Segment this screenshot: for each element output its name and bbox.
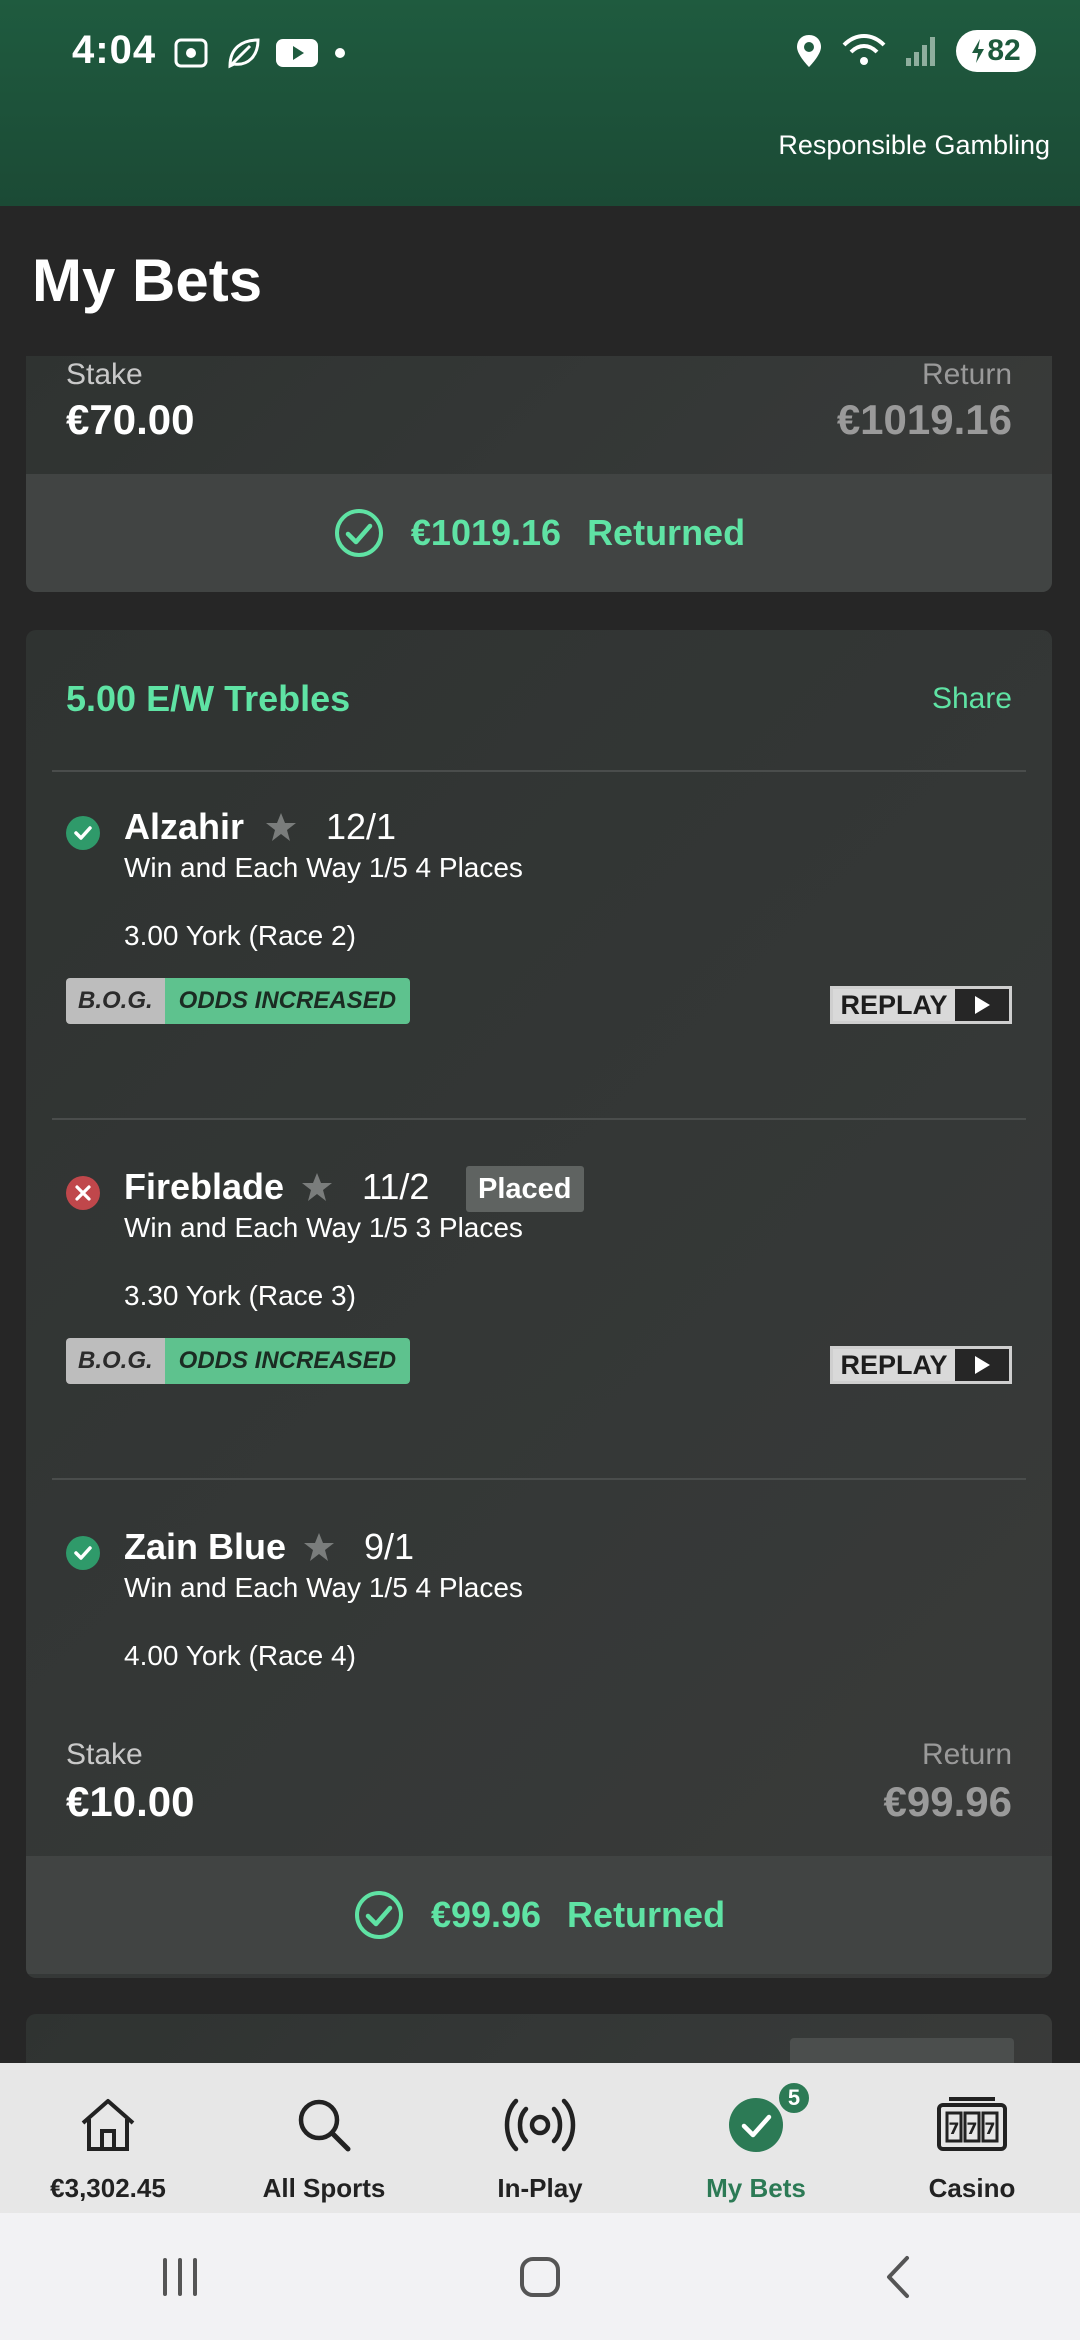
selection-name: Zain Blue (124, 1526, 287, 1567)
bet-card: 5.00 E/W Trebles Share Alzahir 12/1 Win … (26, 630, 1052, 1978)
replay-label: REPLAY (840, 1349, 948, 1380)
svg-text:7: 7 (948, 2119, 959, 2138)
back-icon[interactable] (875, 2252, 925, 2302)
top-header: 4:04 82 Responsible Gambling (0, 0, 1080, 206)
return-label: Return (921, 1738, 1012, 1771)
odds-increased-label: ODDS INCREASED (164, 978, 411, 1024)
replay-button[interactable]: REPLAY (830, 986, 1012, 1024)
dot-icon (335, 48, 345, 58)
bog-label: B.O.G. (66, 1338, 165, 1384)
in-play-label: In-Play (497, 2173, 583, 2203)
lost-status-icon (66, 1176, 100, 1210)
return-value: €99.96 (883, 1778, 1012, 1825)
search-icon (294, 2093, 354, 2157)
my-bets-check-icon: 5 (727, 2081, 811, 2157)
divider (52, 1478, 1026, 1480)
divider (52, 770, 1026, 772)
home-button-icon[interactable] (515, 2252, 565, 2302)
bet-card-previous: Stake €70.00 Return €1019.16 €1019.16 Re… (26, 356, 1052, 592)
play-icon (955, 1349, 1009, 1381)
star-icon[interactable] (264, 810, 298, 844)
selection-name: Fireblade (124, 1166, 285, 1207)
stake-label: Stake (66, 1738, 143, 1771)
return-value: €1019.16 (836, 396, 1012, 443)
placed-badge: Placed (466, 1166, 584, 1212)
stake-label: Stake (66, 358, 143, 391)
play-icon (955, 989, 1009, 1021)
svg-text:7: 7 (984, 2119, 995, 2138)
slot-machine-icon: 777 (935, 2093, 1009, 2157)
odds-increased-label: ODDS INCREASED (164, 1338, 411, 1384)
clock: 4:04 (72, 28, 157, 72)
selection-event: 3.00 York (Race 2) (124, 920, 356, 951)
system-icons: 82 (794, 30, 1036, 72)
status-bar: 4:04 82 (0, 0, 1080, 110)
my-bets-label: My Bets (706, 2173, 806, 2203)
leaf-icon (228, 38, 260, 69)
share-button[interactable]: Share (932, 682, 1012, 716)
bet-type-title: 5.00 E/W Trebles (66, 678, 351, 719)
returned-banner: €1019.16 Returned (26, 474, 1052, 592)
selection-name: Alzahir (124, 806, 245, 847)
selection-market: Win and Each Way 1/5 4 Places (124, 1572, 523, 1603)
selection-odds: 12/1 (326, 806, 397, 847)
wifi-icon (842, 34, 886, 65)
location-icon (797, 35, 821, 67)
divider (52, 1118, 1026, 1120)
selection-event: 4.00 York (Race 4) (124, 1640, 356, 1671)
stake-value: €70.00 (66, 396, 195, 443)
nav-casino[interactable]: 777 Casino (864, 2063, 1080, 2213)
bog-odds-increased-badge: B.O.G. ODDS INCREASED (66, 978, 411, 1024)
signal-icon (906, 37, 935, 66)
star-icon[interactable] (300, 1170, 334, 1204)
won-status-icon (66, 1536, 100, 1570)
check-circle-icon (354, 1891, 403, 1939)
stake-value: €10.00 (66, 1778, 195, 1825)
page-title: My Bets (32, 247, 263, 314)
selection-item: Zain Blue 9/1 Win and Each Way 1/5 4 Pla… (26, 1526, 1052, 1686)
selection-odds: 9/1 (364, 1526, 415, 1567)
responsible-gambling-link[interactable]: Responsible Gambling (778, 130, 1050, 161)
replay-label: REPLAY (840, 989, 948, 1020)
returned-amount: €99.96 (430, 1894, 542, 1935)
home-icon (77, 2093, 139, 2157)
balance-label: €3,302.45 (50, 2173, 166, 2203)
battery-indicator: 82 (956, 30, 1036, 72)
broadcast-icon (504, 2093, 576, 2157)
won-status-icon (66, 816, 100, 850)
all-sports-label: All Sports (262, 2173, 386, 2203)
bog-label: B.O.G. (66, 978, 165, 1024)
youtube-icon (276, 39, 318, 67)
svg-text:7: 7 (966, 2119, 977, 2138)
check-circle-icon (334, 509, 383, 557)
selection-event: 3.30 York (Race 3) (124, 1280, 356, 1311)
selection-market: Win and Each Way 1/5 3 Places (124, 1212, 523, 1243)
return-label: Return (921, 358, 1012, 391)
nav-home[interactable]: €3,302.45 (0, 2063, 216, 2213)
system-nav-bar (0, 2213, 1080, 2340)
my-bets-count-badge: 5 (777, 2081, 811, 2115)
bog-odds-increased-badge: B.O.G. ODDS INCREASED (66, 1338, 411, 1384)
selection-odds: 11/2 (362, 1166, 430, 1207)
charging-icon (972, 39, 985, 63)
notification-icons (172, 34, 348, 72)
returned-banner: €99.96 Returned (26, 1856, 1052, 1974)
battery-level: 82 (987, 34, 1021, 67)
replay-button[interactable]: REPLAY (830, 1346, 1012, 1384)
page-header: My Bets (0, 206, 1080, 356)
returned-label: Returned (567, 1894, 726, 1935)
casino-label: Casino (928, 2173, 1016, 2203)
returned-amount: €1019.16 (410, 512, 562, 553)
bottom-nav: €3,302.45 All Sports In-Play 5 My Bets 7… (0, 2063, 1080, 2213)
nav-all-sports[interactable]: All Sports (216, 2063, 432, 2213)
screenshot-icon (174, 38, 208, 68)
nav-my-bets[interactable]: 5 My Bets (648, 2063, 864, 2213)
selection-item: Alzahir 12/1 Win and Each Way 1/5 4 Plac… (26, 806, 1052, 1026)
recent-apps-icon[interactable] (155, 2252, 205, 2302)
nav-in-play[interactable]: In-Play (432, 2063, 648, 2213)
star-icon[interactable] (302, 1530, 336, 1564)
selection-market: Win and Each Way 1/5 4 Places (124, 852, 523, 883)
returned-label: Returned (587, 512, 746, 553)
selection-item: Fireblade 11/2 Placed Win and Each Way 1… (26, 1166, 1052, 1386)
